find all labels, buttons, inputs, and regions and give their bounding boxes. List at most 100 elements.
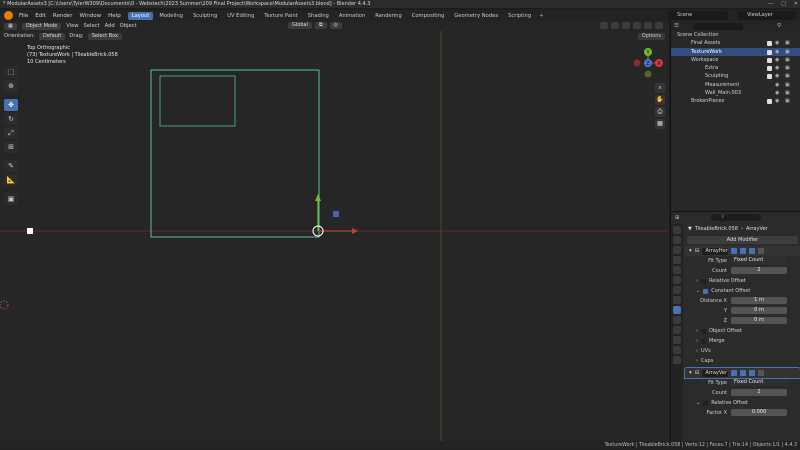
relative-offset-subpanel[interactable]: ⌄ Relative Offset <box>684 398 800 408</box>
xray-icon[interactable] <box>611 22 619 29</box>
distance-z-field[interactable]: 0 m <box>731 317 787 324</box>
tab-data[interactable] <box>673 346 681 354</box>
eye-icon[interactable]: ◉ <box>775 97 779 105</box>
editor-type-dropdown[interactable]: ▦ <box>4 22 17 30</box>
tab-output[interactable] <box>673 246 681 254</box>
tab-material[interactable] <box>673 356 681 364</box>
add-menu[interactable]: Add <box>105 23 115 29</box>
collection-checkbox[interactable] <box>767 41 772 47</box>
outliner-row-measurement[interactable]: Measurement ◉ ▣ <box>671 81 800 89</box>
add-workspace-icon[interactable]: + <box>539 13 544 19</box>
eye-icon[interactable]: ◉ <box>775 72 779 80</box>
tab-tool[interactable] <box>673 226 681 234</box>
eye-icon[interactable]: ◉ <box>775 89 779 97</box>
uvs-subpanel[interactable]: › UVs <box>684 346 800 356</box>
axis-gizmo-icon[interactable]: X Y Z <box>628 45 668 85</box>
menu-window[interactable]: Window <box>79 13 101 19</box>
expand-arrow-icon[interactable]: › <box>696 338 698 344</box>
tab-view-layer[interactable] <box>673 256 681 264</box>
scene-collection-row[interactable]: Scene Collection <box>671 31 800 39</box>
constant-offset-checkbox[interactable] <box>703 288 709 294</box>
tab-scene[interactable] <box>673 266 681 274</box>
fit-type-dropdown[interactable]: Fixed Count <box>731 379 787 386</box>
tab-animation[interactable]: Animation <box>335 12 369 20</box>
view-menu[interactable]: View <box>66 23 78 29</box>
eye-icon[interactable]: ◉ <box>775 56 779 64</box>
tab-compositing[interactable]: Compositing <box>408 12 449 20</box>
relative-offset-checkbox[interactable] <box>703 400 709 406</box>
object-menu[interactable]: Object <box>120 23 137 29</box>
render-camera-icon[interactable]: ▣ <box>785 72 790 80</box>
outliner-row-brokenpieces[interactable]: BrokenPieces ◉ ▣ <box>671 97 800 105</box>
modifier-header-arrayver[interactable]: ▾ ⊟ ArrayVer <box>684 367 800 379</box>
minimize-button[interactable]: — <box>768 0 773 8</box>
render-camera-icon[interactable]: ▣ <box>785 89 790 97</box>
tab-particles[interactable] <box>673 316 681 324</box>
outliner-row-texturework[interactable]: TextureWork ◉ ▣ <box>671 47 800 56</box>
expand-arrow-icon[interactable]: › <box>696 358 698 364</box>
tab-sculpting[interactable]: Sculpting <box>189 12 221 20</box>
collection-checkbox[interactable] <box>767 66 772 72</box>
render-camera-icon[interactable]: ▣ <box>785 64 790 72</box>
rendered-shading-icon[interactable] <box>655 22 663 29</box>
render-camera-icon[interactable]: ▣ <box>785 81 790 89</box>
orientation-dropdown[interactable]: Default <box>39 32 66 40</box>
merge-checkbox[interactable] <box>701 338 706 344</box>
tab-collection[interactable] <box>673 286 681 294</box>
measure-tool-icon[interactable]: 📐 <box>4 174 18 186</box>
pan-hand-icon[interactable]: ✋ <box>655 95 665 105</box>
menu-edit[interactable]: Edit <box>35 13 46 19</box>
outliner-row-sculpting[interactable]: Sculpting ◉ ▣ <box>671 72 800 80</box>
tab-modeling[interactable]: Modeling <box>155 12 187 20</box>
eye-icon[interactable]: ◉ <box>775 39 779 47</box>
collapse-arrow-icon[interactable]: ▾ <box>689 248 692 254</box>
zoom-icon[interactable]: ⌕ <box>655 83 665 93</box>
outliner-row-extra[interactable]: Extra ◉ ▣ <box>671 64 800 72</box>
select-box-tool-icon[interactable]: ⬚ <box>4 66 18 78</box>
edit-mode-toggle-icon[interactable] <box>731 248 738 254</box>
eye-icon[interactable]: ◉ <box>775 64 779 72</box>
transform-tool-icon[interactable]: ⊞ <box>4 141 18 153</box>
ortho-grid-icon[interactable]: ▦ <box>655 119 665 129</box>
filter-icon[interactable]: ⚲ <box>777 23 781 29</box>
select-menu[interactable]: Select <box>84 23 100 29</box>
collection-checkbox[interactable] <box>767 74 772 80</box>
collection-checkbox[interactable] <box>767 57 772 63</box>
fit-type-dropdown[interactable]: Fixed Count <box>731 257 787 264</box>
close-button[interactable]: ✕ <box>794 0 798 8</box>
render-camera-icon[interactable]: ▣ <box>785 48 790 56</box>
tab-shading[interactable]: Shading <box>304 12 333 20</box>
tab-rendering[interactable]: Rendering <box>371 12 406 20</box>
expand-arrow-icon[interactable]: › <box>696 278 698 284</box>
expand-arrow-icon[interactable]: › <box>696 328 698 334</box>
material-shading-icon[interactable] <box>644 22 652 29</box>
tab-geometry-nodes[interactable]: Geometry Nodes <box>450 12 502 20</box>
view-layer-selector[interactable]: ViewLayer <box>738 11 796 20</box>
caps-subpanel[interactable]: › Caps <box>684 356 800 366</box>
cursor-tool-icon[interactable]: ⊕ <box>4 80 18 92</box>
modifier-menu-icon[interactable] <box>758 370 765 376</box>
collapse-arrow-icon[interactable]: ⌄ <box>696 288 700 294</box>
solid-shading-icon[interactable] <box>633 22 641 29</box>
modifier-menu-icon[interactable] <box>758 248 765 254</box>
distance-x-field[interactable]: 1 m <box>731 297 787 304</box>
edit-mode-toggle-icon[interactable] <box>731 370 738 376</box>
properties-search-input[interactable]: ⚲ <box>711 214 761 221</box>
outliner-search-input[interactable] <box>692 22 743 30</box>
proportional-edit-icon[interactable]: ◎ <box>329 22 342 29</box>
outliner-row-workspace[interactable]: Workspace ◉ ▣ <box>671 56 800 64</box>
snap-icon[interactable]: ⧉ <box>314 22 327 29</box>
object-offset-subpanel[interactable]: › Object Offset <box>684 326 800 336</box>
outliner-row-wall-main[interactable]: Wall_Main.003 ◉ ▣ <box>671 89 800 97</box>
camera-view-icon[interactable]: ⎙ <box>655 107 665 117</box>
outliner-type-icon[interactable]: ☰ <box>674 23 679 29</box>
tab-world[interactable] <box>673 276 681 284</box>
annotate-tool-icon[interactable]: ✎ <box>4 160 18 172</box>
constant-offset-subpanel[interactable]: ⌄ Constant Offset <box>684 286 800 296</box>
object-offset-checkbox[interactable] <box>701 328 706 334</box>
expand-arrow-icon[interactable]: › <box>696 348 698 354</box>
eye-icon[interactable]: ◉ <box>775 81 779 89</box>
render-camera-icon[interactable]: ▣ <box>785 39 790 47</box>
menu-file[interactable]: File <box>19 13 28 19</box>
modifier-name-field[interactable]: ArrayVer <box>702 369 729 377</box>
